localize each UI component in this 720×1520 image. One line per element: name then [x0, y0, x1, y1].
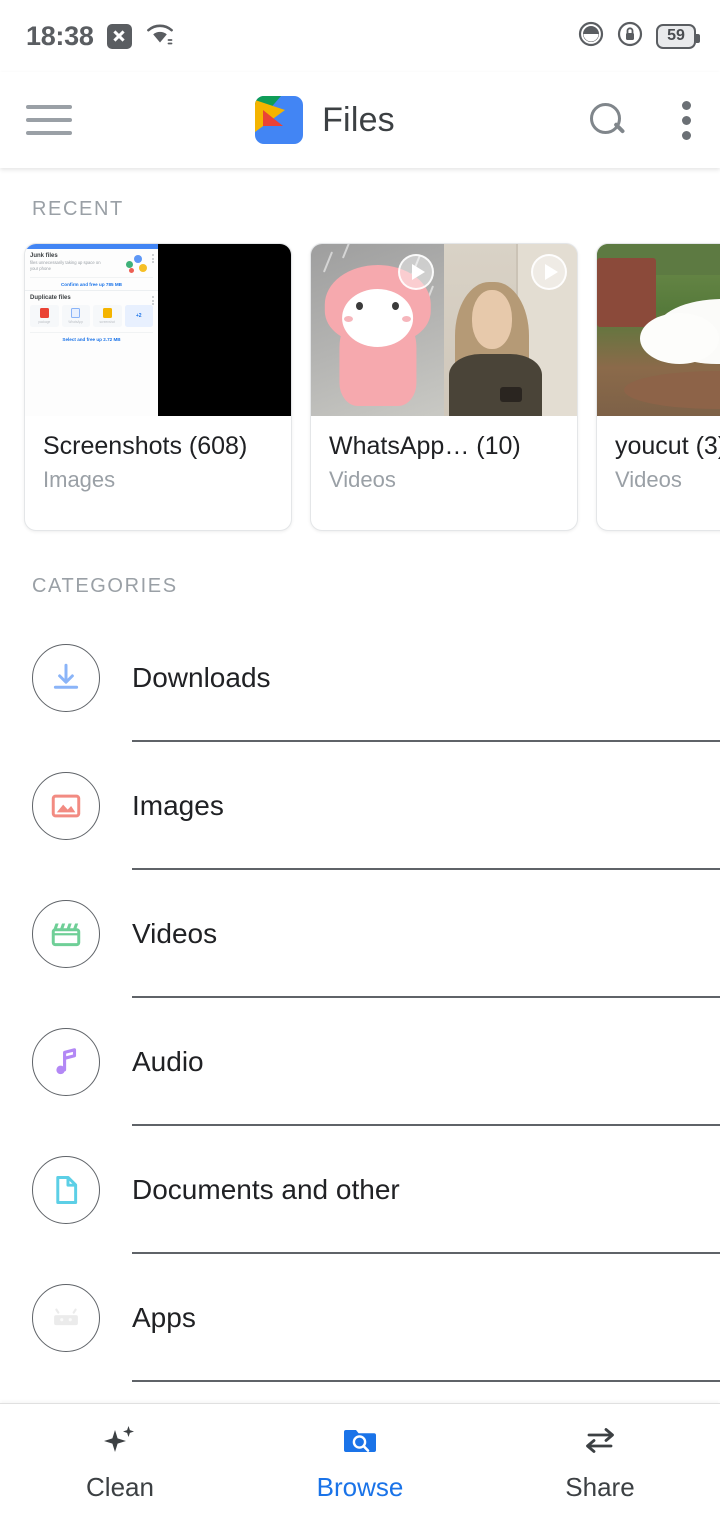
black-thumbnail: [158, 244, 291, 416]
nav-label: Clean: [86, 1472, 154, 1502]
play-icon: [398, 254, 434, 290]
card-subtitle: Images: [43, 467, 116, 492]
card-title: youcut (3): [615, 432, 720, 460]
app-bar: Files: [0, 72, 720, 168]
contrast-icon: [578, 21, 604, 52]
thumb-chip-label: package: [38, 319, 51, 324]
wifi-icon: [145, 22, 175, 51]
card-meta: Screenshots (608) Images: [25, 416, 291, 493]
status-bar-left: 18:38: [26, 21, 175, 52]
category-row-apps[interactable]: Apps: [0, 1254, 720, 1382]
category-label: Documents and other: [132, 1174, 400, 1205]
thumb-dup-cta: Select and free up 2.72 MB: [30, 332, 153, 342]
music-note-icon: [32, 1028, 100, 1096]
card-subtitle: Videos: [329, 467, 396, 492]
recent-card-whatsapp[interactable]: WhatsApp… (10) Videos: [310, 243, 578, 531]
sparkle-icon: [100, 1421, 140, 1461]
status-time: 18:38: [26, 20, 94, 51]
nav-label: Share: [565, 1472, 635, 1502]
folder-search-icon: [340, 1421, 380, 1461]
recent-section-label: RECENT: [32, 198, 124, 220]
more-vertical-icon[interactable]: [670, 97, 694, 144]
category-label: Downloads: [132, 662, 271, 693]
category-label: Apps: [132, 1302, 196, 1333]
category-row-documents[interactable]: Documents and other: [0, 1126, 720, 1254]
category-row-images[interactable]: Images: [0, 742, 720, 870]
android-icon: [32, 1284, 100, 1352]
app-bar-actions: [588, 97, 694, 144]
search-icon[interactable]: [588, 101, 626, 139]
status-bar: 18:38 59: [0, 0, 720, 72]
recent-card-row[interactable]: Junk files files unnecessarily taking up…: [0, 221, 720, 531]
thumb-chip-label: WhatsApp: [68, 319, 84, 324]
clapper-icon: [32, 900, 100, 968]
nav-item-browse[interactable]: Browse: [240, 1421, 480, 1503]
sticker-video-thumbnail: [311, 244, 444, 416]
card-thumbnails: [311, 244, 577, 416]
category-label: Images: [132, 790, 224, 821]
card-title: Screenshots (608): [43, 432, 248, 460]
card-meta: youcut (3) Videos: [597, 416, 720, 493]
recent-card-screenshots[interactable]: Junk files files unnecessarily taking up…: [24, 243, 292, 531]
battery-percent: 59: [667, 27, 685, 44]
swap-arrows-icon: [580, 1421, 620, 1461]
files-app-logo: [255, 96, 304, 144]
card-thumbnails: [597, 244, 720, 416]
card-subtitle: Videos: [615, 467, 682, 492]
rotation-lock-icon: [617, 21, 643, 52]
thumb-junk-sub: files unnecessarily taking up space on y…: [30, 260, 101, 272]
thumb-dup-heading: Duplicate files: [30, 295, 71, 302]
category-label: Videos: [132, 918, 218, 949]
categories-list: Downloads Images Videos Audio Documents …: [0, 614, 720, 1382]
thumb-junk-cta: Confirm and free up 785 MB: [30, 277, 153, 287]
person-video-thumbnail: [444, 244, 577, 416]
app-bar-title-group: Files: [62, 96, 588, 144]
bottom-navigation: Clean Browse Share: [0, 1403, 720, 1520]
category-row-videos[interactable]: Videos: [0, 870, 720, 998]
categories-section-label: CATEGORIES: [32, 575, 178, 597]
document-icon: [32, 1156, 100, 1224]
nav-item-clean[interactable]: Clean: [0, 1421, 240, 1503]
thumb-chip-more: +2: [124, 305, 153, 328]
x-box-icon: [106, 23, 132, 49]
status-bar-right: 59: [578, 21, 700, 52]
play-icon: [531, 254, 567, 290]
thumb-chip-label: screenshot: [99, 319, 116, 324]
dog-video-thumbnail: [597, 244, 720, 416]
card-meta: WhatsApp… (10) Videos: [311, 416, 577, 493]
scroll-content[interactable]: RECENT Junk files files unnecessarily ta…: [0, 168, 720, 1403]
card-title: WhatsApp… (10): [329, 432, 521, 460]
card-thumbnails: Junk files files unnecessarily taking up…: [25, 244, 291, 416]
screenshot-thumbnail: Junk files files unnecessarily taking up…: [25, 244, 158, 416]
nav-label: Browse: [316, 1472, 404, 1502]
recent-card-youcut[interactable]: youcut (3) Videos: [596, 243, 720, 531]
category-row-audio[interactable]: Audio: [0, 998, 720, 1126]
page-title: Files: [322, 100, 395, 139]
category-row-downloads[interactable]: Downloads: [0, 614, 720, 742]
image-icon: [32, 772, 100, 840]
category-label: Audio: [132, 1046, 204, 1077]
download-icon: [32, 644, 100, 712]
nav-item-share[interactable]: Share: [480, 1421, 720, 1503]
battery-indicator: 59: [656, 23, 700, 49]
